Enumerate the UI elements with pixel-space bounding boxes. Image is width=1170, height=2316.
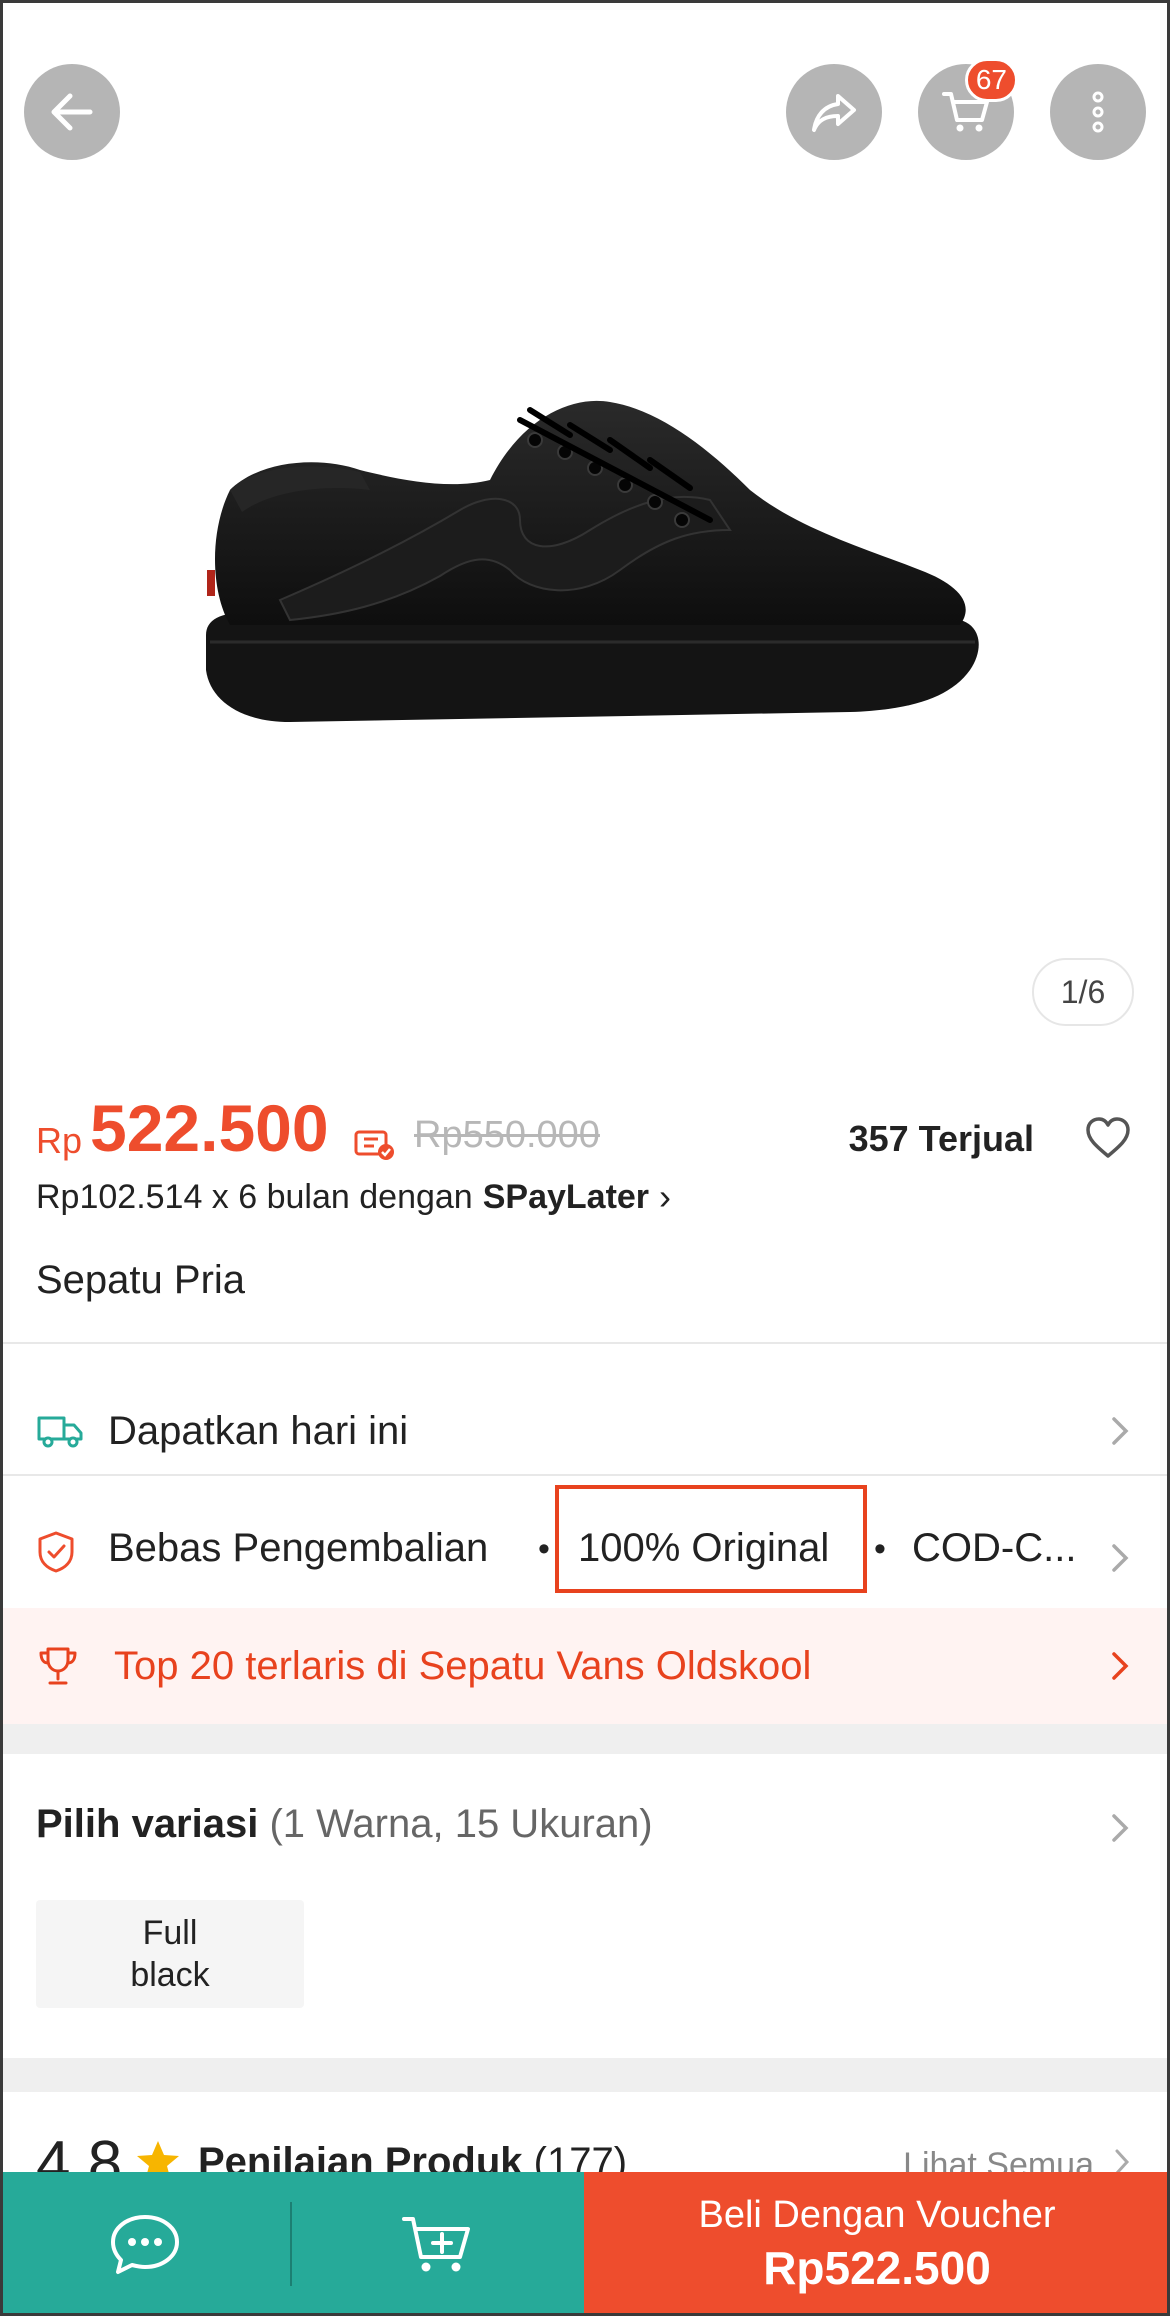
share-button[interactable] bbox=[786, 64, 882, 160]
image-page-indicator: 1/6 bbox=[1032, 958, 1134, 1026]
sold-count: 357 Terjual bbox=[848, 1118, 1034, 1159]
add-to-cart-button[interactable] bbox=[292, 2172, 584, 2316]
back-button[interactable] bbox=[24, 64, 120, 160]
price-section: Rp 522.500 Rp550.000 357 Terjual bbox=[36, 1090, 1134, 1180]
variant-option-line2: black bbox=[130, 1956, 210, 1994]
voucher-icon bbox=[354, 1130, 394, 1160]
product-image-gallery[interactable]: 67 1/6 bbox=[0, 0, 1170, 1060]
top-seller-label: Top 20 terlaris di Sepatu Vans Oldskool bbox=[114, 1643, 812, 1688]
section-gap bbox=[0, 2058, 1170, 2092]
section-gap bbox=[0, 1724, 1170, 1754]
paylater-brand: SPayLater bbox=[482, 1177, 650, 1216]
truck-icon bbox=[37, 1416, 83, 1448]
chevron-right-icon bbox=[1112, 1652, 1129, 1680]
heart-icon[interactable] bbox=[1082, 1112, 1134, 1164]
bottom-action-bar: Beli Dengan Voucher Rp522.500 bbox=[0, 2172, 1170, 2316]
bottom-bar-divider bbox=[290, 2172, 292, 2316]
price-currency: Rp bbox=[36, 1120, 83, 1161]
chevron-right-icon bbox=[1112, 1544, 1129, 1572]
chat-button[interactable] bbox=[0, 2172, 290, 2316]
buy-label: Beli Dengan Voucher bbox=[698, 2193, 1056, 2236]
top-seller-row[interactable]: Top 20 terlaris di Sepatu Vans Oldskool bbox=[0, 1608, 1170, 1724]
chevron-right-icon[interactable] bbox=[1106, 1808, 1134, 1848]
paylater-text: Rp102.514 x 6 bulan dengan bbox=[36, 1177, 473, 1216]
paylater-link[interactable]: Rp102.514 x 6 bulan dengan SPayLater › bbox=[36, 1176, 671, 1218]
share-icon bbox=[812, 94, 856, 132]
divider bbox=[0, 1342, 1170, 1344]
price-value: 522.500 bbox=[90, 1091, 329, 1165]
chevron-right-icon bbox=[1112, 1417, 1129, 1445]
variant-option-full-black[interactable]: Full black bbox=[36, 1900, 304, 2008]
buy-with-voucher-button[interactable]: Beli Dengan Voucher Rp522.500 bbox=[584, 2172, 1170, 2316]
separator-dot: • bbox=[874, 1530, 886, 1568]
guarantee-free-return: Bebas Pengembalian bbox=[108, 1526, 489, 1570]
cart-button[interactable]: 67 bbox=[918, 58, 1018, 160]
buy-price: Rp522.500 bbox=[763, 2241, 991, 2294]
shipping-row[interactable]: Dapatkan hari ini bbox=[0, 1366, 1170, 1496]
add-to-cart-icon bbox=[402, 2217, 470, 2272]
variation-header[interactable]: Pilih variasi (1 Warna, 15 Ukuran) bbox=[36, 1802, 653, 1847]
divider bbox=[0, 1474, 1170, 1476]
shipping-label: Dapatkan hari ini bbox=[108, 1408, 409, 1453]
variation-subtitle: (1 Warna, 15 Ukuran) bbox=[269, 1802, 653, 1846]
trophy-icon bbox=[39, 1647, 77, 1685]
product-image bbox=[206, 400, 979, 722]
separator-dot: • bbox=[538, 1530, 550, 1568]
chat-icon bbox=[111, 2215, 179, 2274]
highlight-box bbox=[555, 1485, 867, 1593]
variation-title: Pilih variasi bbox=[36, 1802, 259, 1846]
more-options-button[interactable] bbox=[1050, 64, 1146, 160]
chevron-right-icon: › bbox=[659, 1176, 672, 1217]
product-title: Sepatu Pria bbox=[36, 1258, 246, 1302]
guarantee-cod: COD-C... bbox=[912, 1526, 1077, 1570]
back-arrow-icon bbox=[51, 93, 93, 131]
cart-count-badge: 67 bbox=[964, 58, 1018, 102]
shield-check-icon bbox=[38, 1531, 74, 1573]
original-price: Rp550.000 bbox=[414, 1114, 600, 1156]
more-vertical-icon bbox=[1092, 91, 1104, 133]
variant-option-line1: Full bbox=[142, 1914, 198, 1952]
